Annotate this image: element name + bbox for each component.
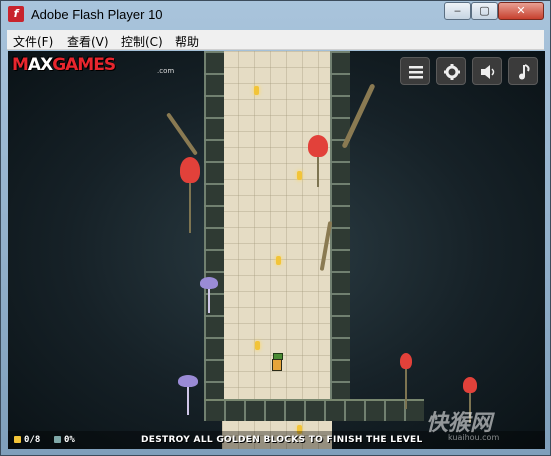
gold-counter-value: 0/8 (24, 435, 41, 445)
game-canvas[interactable]: MAXGAMES .com 0/8 0% DESTROY ALL GOLDEN … (8, 51, 545, 449)
vine (166, 112, 198, 156)
golden-block (276, 256, 281, 265)
player-character (270, 353, 284, 375)
flash-player-window: f Adobe Flash Player 10 ‒ ▢ ✕ 文件(F) 查看(V… (0, 0, 551, 456)
maximize-button[interactable]: ▢ (471, 2, 498, 20)
logo-letter: M (12, 55, 29, 75)
logo-part: GAMES (52, 55, 116, 75)
gold-counter: 0/8 (14, 435, 40, 445)
menu-icon (409, 66, 423, 79)
close-button[interactable]: ✕ (498, 2, 544, 20)
maxgames-logo[interactable]: MAXGAMES .com (12, 55, 175, 77)
stone-counter: 0% (54, 435, 75, 445)
objective-hint: DESTROY ALL GOLDEN BLOCKS TO FINISH THE … (141, 435, 423, 445)
menu-button[interactable] (400, 57, 430, 85)
menu-view[interactable]: 查看(V) (67, 33, 109, 50)
gear-icon (444, 64, 460, 80)
stone-counter-value: 0% (64, 435, 75, 445)
logo-dotcom: .com (157, 67, 175, 75)
tower-floor (204, 399, 424, 421)
golden-block (255, 341, 260, 350)
menu-bar: 文件(F) 查看(V) 控制(C) 帮助 (7, 30, 544, 50)
golden-block (297, 171, 302, 180)
menu-control[interactable]: 控制(C) (121, 33, 163, 50)
music-icon (519, 64, 530, 80)
minimize-button[interactable]: ‒ (444, 2, 471, 20)
tower-wall-right (330, 51, 350, 421)
title-bar[interactable]: f Adobe Flash Player 10 ‒ ▢ ✕ (1, 1, 550, 28)
watermark-sub: kuaihou.com (448, 433, 500, 442)
stone-block-icon (54, 436, 61, 443)
menu-help[interactable]: 帮助 (175, 33, 199, 50)
tower-wall-left (204, 51, 224, 421)
golden-block (254, 86, 259, 95)
window-title: Adobe Flash Player 10 (31, 7, 163, 22)
sound-button[interactable] (472, 57, 502, 85)
menu-file[interactable]: 文件(F) (13, 33, 53, 50)
speaker-icon (481, 65, 495, 79)
tower-shaft (222, 51, 332, 449)
logo-part: AX (27, 55, 53, 75)
music-button[interactable] (508, 57, 538, 85)
flash-app-icon: f (8, 6, 24, 22)
gold-block-icon (14, 436, 21, 443)
settings-button[interactable] (436, 57, 466, 85)
